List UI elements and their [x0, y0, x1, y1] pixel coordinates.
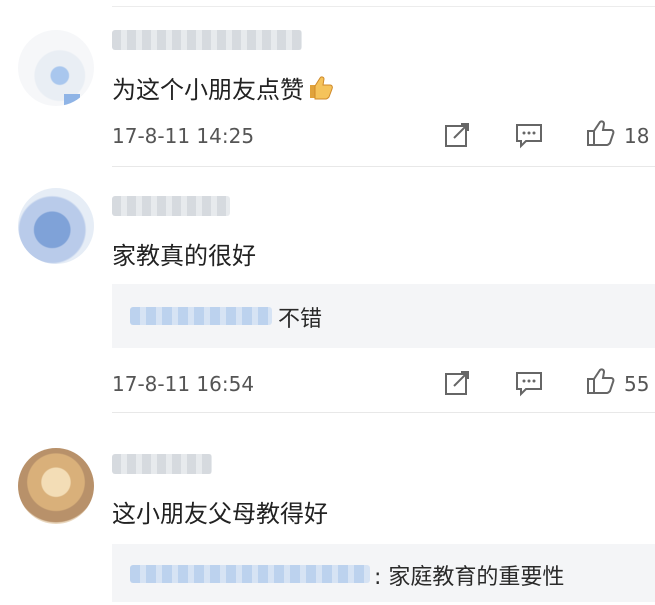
comment-timestamp: 17-8-11 14:25 [112, 124, 255, 148]
comment-icon [516, 372, 542, 397]
comment-item: 家教真的很好 不错 17-8-11 16:54 55 [0, 166, 655, 412]
reply-author-blurred [130, 307, 272, 325]
reply-box[interactable]: 不错 [112, 284, 655, 348]
like-count: 55 [624, 372, 650, 396]
username-blurred[interactable] [112, 196, 230, 216]
reply-author-blurred [130, 565, 370, 583]
avatar[interactable] [18, 188, 94, 264]
avatar[interactable] [18, 448, 94, 524]
share-icon [445, 123, 469, 147]
like-icon [587, 120, 615, 146]
like-button[interactable] [585, 118, 615, 148]
reply-text: 不错 [278, 307, 323, 332]
reply-text: : 家庭教育的重要性 [374, 565, 565, 590]
thumbs-up-emoji-icon [306, 74, 334, 106]
share-button[interactable] [442, 120, 472, 150]
comment-button[interactable] [514, 368, 544, 398]
like-button[interactable] [585, 366, 615, 396]
like-icon [587, 368, 615, 394]
username-blurred[interactable] [112, 30, 302, 50]
comment-item: 这小朋友父母教得好 : 家庭教育的重要性 [0, 412, 655, 605]
username-blurred[interactable] [112, 454, 212, 474]
comment-timestamp: 17-8-11 16:54 [112, 372, 255, 396]
comment-text: 为这个小朋友点赞 [112, 70, 334, 106]
reply-box[interactable]: : 家庭教育的重要性 [112, 544, 655, 602]
like-count: 18 [624, 124, 650, 148]
comment-item: 为这个小朋友点赞 17-8-11 14:25 18 [0, 0, 655, 170]
comment-icon [516, 124, 542, 149]
share-icon [445, 371, 469, 395]
comment-text: 家教真的很好 [112, 242, 256, 270]
comment-text: 这小朋友父母教得好 [112, 500, 328, 528]
comment-button[interactable] [514, 120, 544, 150]
avatar[interactable] [18, 30, 94, 106]
share-button[interactable] [442, 368, 472, 398]
